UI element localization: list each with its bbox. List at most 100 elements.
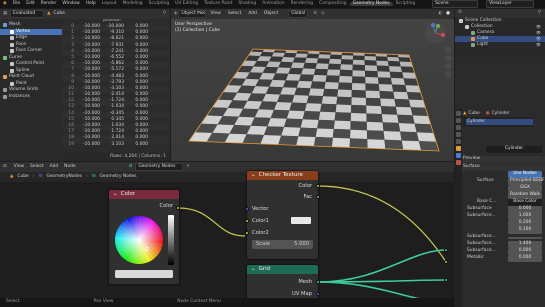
menu-edit[interactable]: Edit bbox=[23, 1, 38, 6]
color1-swatch[interactable] bbox=[291, 217, 311, 224]
3d-viewport[interactable]: ◈ Object Mode View Select Add Object Glo… bbox=[171, 9, 454, 161]
blender-logo-icon[interactable]: ◉ bbox=[3, 1, 7, 6]
menu-render[interactable]: Render bbox=[38, 1, 60, 6]
offscreen-input-socket[interactable] bbox=[444, 278, 448, 282]
shader-field-value[interactable]: 0.000 bbox=[508, 248, 542, 255]
tab-modifier-icon[interactable] bbox=[456, 153, 461, 158]
section-surface[interactable]: Surface bbox=[455, 164, 545, 171]
color-node[interactable]: ⌄ Color Color bbox=[109, 190, 179, 284]
tab-scene-icon[interactable] bbox=[456, 132, 461, 137]
menu-window[interactable]: Window bbox=[59, 1, 82, 6]
shading-solid-icon[interactable]: ● bbox=[446, 11, 450, 16]
color-node-header[interactable]: ⌄ Color bbox=[109, 190, 179, 199]
tab-world-icon[interactable] bbox=[456, 139, 461, 144]
outliner-type-icon[interactable]: ☰ bbox=[458, 10, 462, 15]
grid-output-mesh-socket[interactable] bbox=[316, 280, 320, 284]
outliner-filter-icon[interactable]: ⚲ bbox=[538, 10, 541, 15]
workspace-tab-compositing[interactable]: Compositing bbox=[316, 1, 350, 6]
menu-view[interactable]: View bbox=[207, 11, 223, 16]
visibility-eye-icon[interactable]: 👁 bbox=[536, 37, 541, 41]
checker-cell bbox=[365, 83, 380, 92]
workspace-tab-texture-paint[interactable]: Texture Paint bbox=[201, 1, 235, 6]
evaluation-mode-dropdown[interactable]: Evaluated bbox=[10, 9, 45, 19]
navigation-gizmo[interactable] bbox=[424, 22, 446, 44]
checker-output-color-socket[interactable] bbox=[316, 184, 320, 188]
checker-node-header[interactable]: ⌄ Checker Texture bbox=[247, 171, 318, 180]
zoom-icon[interactable] bbox=[445, 47, 451, 53]
color-preview-swatch[interactable] bbox=[115, 270, 173, 278]
collapse-icon[interactable]: ⌄ bbox=[251, 172, 256, 179]
base-color-field[interactable]: Base Color bbox=[508, 199, 542, 206]
checker-input-vector-socket[interactable] bbox=[245, 207, 249, 211]
section-preview[interactable]: Preview bbox=[455, 156, 545, 163]
pan-icon[interactable] bbox=[445, 55, 451, 61]
tab-material-icon[interactable] bbox=[456, 160, 461, 165]
workspace-tab-rendering[interactable]: Rendering bbox=[288, 1, 316, 6]
workspace-tab-modeling[interactable]: Modeling bbox=[120, 1, 146, 6]
workspace-tab-geometry-nodes[interactable]: Geometry Nodes bbox=[349, 1, 393, 7]
tab-object-icon[interactable] bbox=[456, 146, 461, 151]
perspective-toggle-icon[interactable] bbox=[445, 71, 451, 77]
shader-field-value[interactable]: 1.000 bbox=[508, 213, 542, 220]
collapse-icon[interactable]: ⌄ bbox=[113, 191, 118, 198]
material-slot-list[interactable]: Cylinder bbox=[455, 116, 545, 128]
shader-field-value[interactable]: 0.200 bbox=[508, 220, 542, 227]
editor-type-icon[interactable]: ▦ bbox=[3, 11, 7, 16]
visibility-eye-icon[interactable]: 👁 bbox=[536, 43, 541, 47]
workspace-tab-sculpting[interactable]: Sculpting bbox=[146, 1, 173, 6]
node-editor[interactable]: ⊞ View Select Add Node ⊟ Geometry Nodes … bbox=[0, 162, 454, 307]
visibility-eye-icon[interactable]: 👁 bbox=[536, 25, 541, 29]
shader-field-value[interactable]: 0.100 bbox=[508, 227, 542, 234]
checker-output-fac-socket[interactable] bbox=[316, 195, 320, 199]
menu-file[interactable]: File bbox=[10, 1, 23, 6]
workspace-tab-uv-editing[interactable]: UV Editing bbox=[172, 1, 201, 6]
material-datablock-field[interactable]: Cylinder bbox=[486, 146, 542, 153]
tab-tool-icon[interactable] bbox=[456, 111, 461, 116]
shader-field-value[interactable] bbox=[508, 236, 542, 239]
mode-dropdown[interactable]: Object Mode bbox=[178, 9, 207, 19]
workspace-tab-animation[interactable]: Animation bbox=[259, 1, 287, 6]
menu-select[interactable]: Select bbox=[225, 11, 245, 16]
domain-icon bbox=[3, 94, 7, 99]
outliner-item-light[interactable]: Light 👁 bbox=[455, 42, 545, 48]
grid-output-uvmap-socket[interactable] bbox=[316, 292, 320, 296]
menu-add[interactable]: Add bbox=[245, 11, 260, 16]
scale-field[interactable]: Scale 5.000 bbox=[252, 240, 313, 249]
checker-texture-node[interactable]: ⌄ Checker Texture Color Fac Vector Color… bbox=[247, 171, 318, 259]
editor-type-icon[interactable]: ◈ bbox=[174, 11, 177, 16]
camera-view-icon[interactable] bbox=[445, 63, 451, 69]
scene-selector[interactable]: Scene bbox=[432, 0, 479, 8]
proportional-edit-icon[interactable]: ◎ bbox=[321, 11, 325, 16]
distribution-dropdown[interactable]: GGX bbox=[508, 185, 542, 192]
offscreen-input-socket[interactable] bbox=[444, 248, 448, 252]
grid-node-header[interactable]: ⌄ Grid bbox=[247, 265, 318, 274]
checker-input-color2-socket[interactable] bbox=[245, 231, 249, 235]
tab-render-icon[interactable] bbox=[456, 118, 461, 123]
shader-field-value[interactable]: 0.000 bbox=[508, 255, 542, 262]
menu-object[interactable]: Object bbox=[261, 11, 281, 16]
shader-field-value[interactable]: 1.400 bbox=[508, 241, 542, 248]
menu-help[interactable]: Help bbox=[83, 1, 99, 6]
orientation-dropdown[interactable]: Global bbox=[288, 9, 309, 19]
checker-input-color1-socket[interactable] bbox=[245, 219, 249, 223]
visibility-eye-icon[interactable]: 👁 bbox=[536, 31, 541, 35]
subsurface-method-dropdown[interactable]: Random Walk bbox=[508, 192, 542, 199]
filter-icon[interactable]: ⚲ bbox=[163, 11, 166, 16]
color-node-output-socket[interactable] bbox=[176, 206, 180, 210]
workspace-tab-shading[interactable]: Shading bbox=[235, 1, 259, 6]
offscreen-input-socket[interactable] bbox=[444, 260, 448, 264]
workspace-tab-layout[interactable]: Layout bbox=[99, 1, 120, 6]
collapse-icon[interactable]: ⌄ bbox=[251, 266, 256, 273]
view-layer-selector[interactable]: ViewLayer bbox=[486, 0, 535, 8]
workspace-tab-scripting[interactable]: Scripting bbox=[393, 1, 419, 6]
value-slider[interactable] bbox=[168, 215, 174, 265]
color-wheel[interactable] bbox=[113, 214, 165, 266]
snap-icon[interactable]: ⊕ bbox=[313, 11, 317, 16]
domain-instances[interactable]: Instances bbox=[0, 94, 62, 101]
use-nodes-button[interactable]: Use Nodes bbox=[508, 171, 542, 178]
surface-shader-field[interactable]: Principled BSDF bbox=[508, 178, 545, 185]
overlay-icon[interactable]: ◐ bbox=[438, 11, 442, 16]
shader-field-value[interactable]: 0.000 bbox=[508, 206, 542, 213]
material-slot-item[interactable]: Cylinder bbox=[466, 118, 533, 126]
tab-output-icon[interactable] bbox=[456, 125, 461, 130]
